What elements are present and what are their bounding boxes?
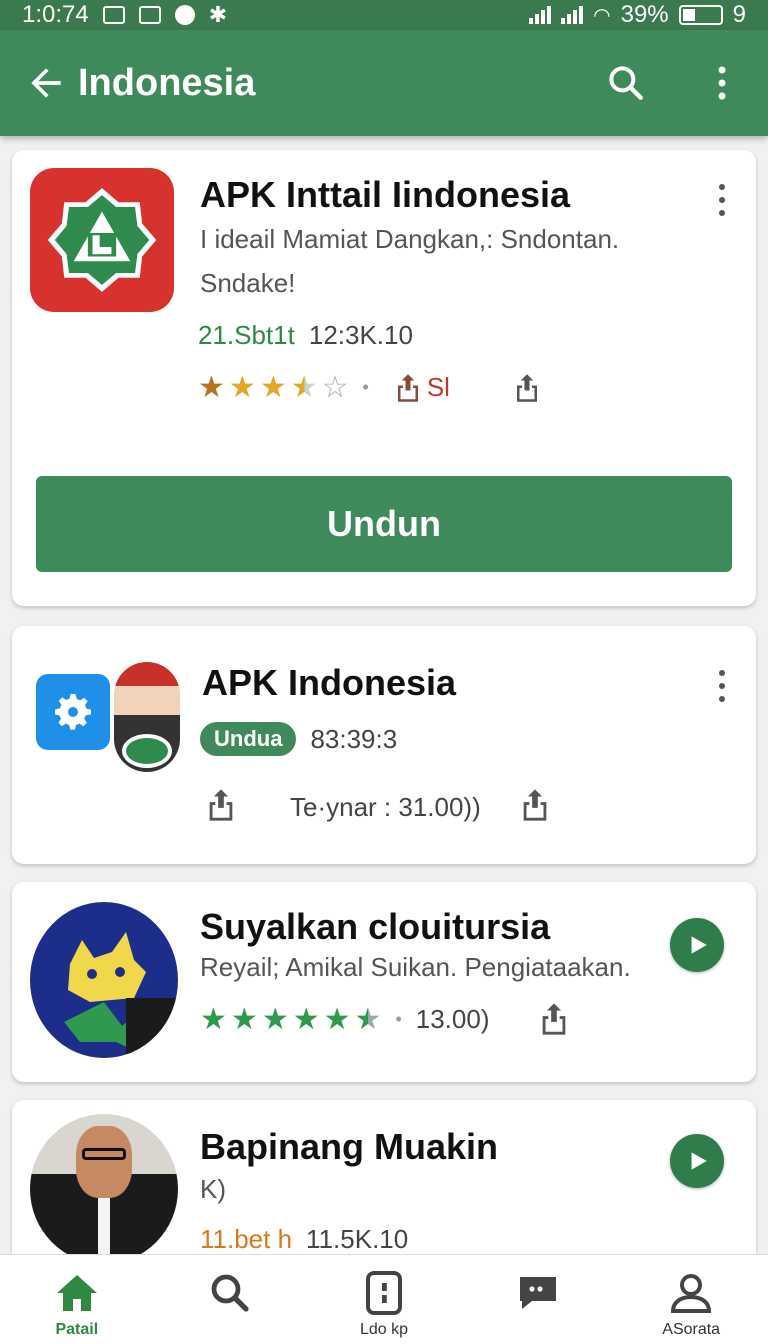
meta-size: 12:3K.10: [308, 320, 413, 350]
location-icon: [174, 5, 195, 25]
app-title[interactable]: APK Indonesia: [202, 662, 456, 704]
meta-count: 13.00): [415, 1003, 490, 1034]
share-icon: [516, 373, 537, 402]
nav-label: Patail: [55, 1321, 99, 1338]
meta-value: 83:39:3: [310, 723, 398, 754]
share-button[interactable]: [204, 786, 238, 824]
search-icon: [211, 1274, 249, 1312]
play-button[interactable]: [670, 918, 724, 972]
bluetooth-icon: ✱: [208, 2, 228, 27]
star-empty-icon: ☆: [321, 371, 349, 404]
meta-orange: 11.bet h: [200, 1224, 293, 1254]
star-icon: ★: [259, 371, 287, 404]
chat-icon: [519, 1277, 556, 1309]
app-subtitle: K): [200, 1174, 226, 1204]
status-bar: 1:0:74 ✱ ◠ 39% 9: [0, 0, 768, 30]
card-menu-icon[interactable]: [716, 670, 728, 702]
star-icon: ★: [200, 1002, 227, 1036]
star-half-icon: ★: [354, 1002, 382, 1036]
mail-icon: [138, 6, 161, 24]
app-card-suyalkan[interactable]: Suyalkan clouitursia Reyail; Amikal Suik…: [12, 882, 756, 1082]
rating-row: ★ ★ ★ ★ ★ ★ • 13.00): [200, 1000, 571, 1038]
star-icon: ★: [230, 1002, 258, 1036]
download-pill[interactable]: Undua: [200, 722, 297, 756]
rating-row: ★ ★ ★ ★ ☆ • Sl: [198, 370, 542, 405]
play-icon: [691, 1152, 707, 1170]
bottom-nav: Patail Ldo kp ASorata: [0, 1254, 768, 1344]
share-button-2[interactable]: [518, 786, 552, 824]
share-icon: [209, 789, 233, 821]
page-title: Indonesia: [78, 61, 256, 104]
nav-item-apps[interactable]: Ldo kp: [307, 1255, 461, 1344]
share-icon: [543, 1003, 566, 1035]
install-button[interactable]: Undun: [36, 476, 732, 572]
app-description: Reyail; Amikal Suikan. Pengiataakan.: [200, 952, 631, 982]
meta-size: 11.5K.10: [306, 1224, 409, 1254]
app-meta-row: 11.bet h 11.5K.10: [200, 1224, 408, 1255]
badge-icon: [122, 734, 172, 768]
star-icon: ★: [323, 1002, 351, 1036]
signal-icon: [529, 6, 552, 24]
card-menu-icon[interactable]: [716, 184, 728, 216]
meta-line: Te·ynar : 31.00)): [290, 792, 481, 822]
battery-icon: [678, 5, 723, 25]
star-icon: ★: [261, 1002, 289, 1036]
status-time: 1:0:74: [22, 1, 89, 28]
app-icon-mascot: [30, 902, 178, 1058]
wifi-icon: ◠: [593, 4, 611, 27]
app-title[interactable]: Suyalkan clouitursia: [200, 906, 550, 948]
home-icon: [56, 1275, 97, 1311]
app-description-2: Sndake!: [200, 268, 296, 298]
share-icon: [397, 373, 418, 402]
app-card-bapinang[interactable]: Bapinang Muakin K) 11.bet h 11.5K.10: [12, 1100, 756, 1280]
battery-percent: 39%: [620, 1, 669, 28]
nav-label: Ldo kp: [359, 1321, 408, 1338]
search-icon[interactable]: [604, 61, 648, 105]
app-title[interactable]: Bapinang Muakin: [200, 1126, 498, 1168]
star-rating: ★ ★ ★ ★ ☆: [198, 370, 349, 405]
star-icon: ★: [292, 1002, 320, 1036]
app-title[interactable]: APK Inttail Iindonesia: [200, 174, 570, 216]
share-icon: [523, 789, 547, 821]
star-icon: ★: [228, 371, 256, 404]
status-extra: 9: [732, 1, 746, 28]
apps-icon: [365, 1271, 402, 1315]
share-button-2[interactable]: [512, 371, 542, 405]
nav-item-account[interactable]: ASorata: [614, 1255, 768, 1344]
app-card-apk-indonesia[interactable]: APK Indonesia Undua 83:39:3 Te·ynar : 31…: [12, 626, 756, 864]
app-card-featured[interactable]: APK Inttail Iindonesia I ideail Mamiat D…: [12, 150, 756, 606]
nav-label: ASorata: [662, 1321, 721, 1338]
back-arrow-icon[interactable]: [24, 61, 68, 105]
nav-item-chat[interactable]: [461, 1255, 615, 1344]
app-description: I ideail Mamiat Dangkan,: Sndontan.: [200, 224, 620, 254]
share-label: Sl: [426, 372, 450, 402]
avatar: [30, 1114, 178, 1264]
nav-item-search[interactable]: [154, 1255, 308, 1344]
share-button[interactable]: Sl: [393, 371, 450, 405]
app-bar: Indonesia: [0, 30, 768, 136]
app-icon-apk-install: [30, 168, 174, 312]
settings-gear-icon: [36, 674, 110, 750]
meta-green: 21.Sbt1t: [198, 320, 295, 350]
star-icon: ★: [198, 371, 225, 404]
account-icon: [671, 1274, 712, 1313]
vibrate-icon: [102, 6, 125, 24]
nav-item-home[interactable]: Patail: [0, 1255, 154, 1344]
more-vert-icon[interactable]: [700, 61, 744, 105]
play-icon: [691, 936, 707, 954]
star-rating: ★ ★ ★ ★ ★ ★: [200, 1002, 381, 1037]
app-meta-row: 21.Sbt1t 12:3K.10: [198, 320, 413, 351]
star-half-icon: ★: [290, 371, 318, 404]
app-meta-row: Undua 83:39:3: [200, 722, 397, 756]
share-button[interactable]: [537, 1000, 571, 1038]
avatar: [114, 662, 180, 772]
play-button[interactable]: [670, 1134, 724, 1188]
signal-icon-2: [561, 6, 584, 24]
